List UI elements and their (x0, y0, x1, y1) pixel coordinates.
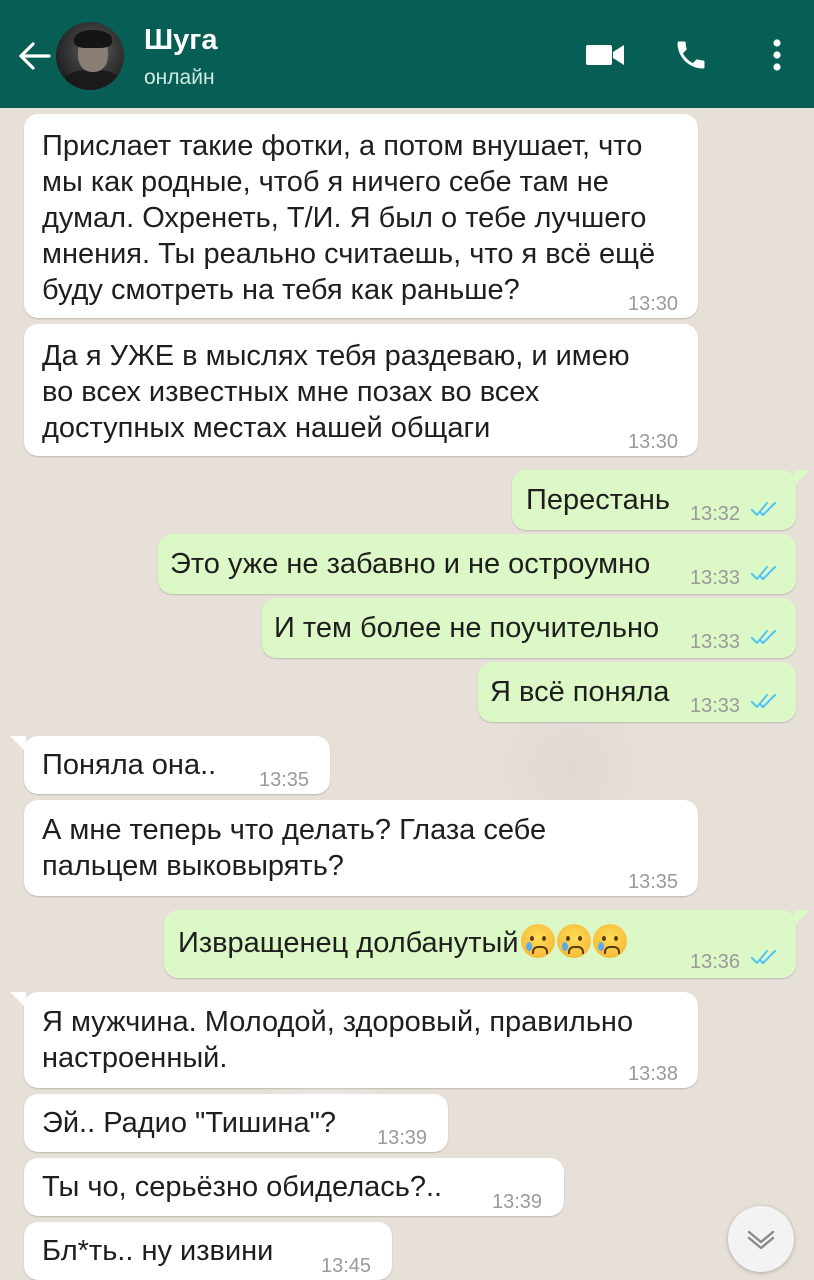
message-time: 13:35 (628, 871, 679, 893)
crying-face-emoji (520, 924, 555, 958)
incoming-message[interactable]: Бл*ть.. ну извини 13:45 (24, 1222, 392, 1280)
message-time: 13:30 (628, 431, 679, 453)
message-time: 13:45 (321, 1255, 372, 1277)
message-text: Я мужчина. Молодой, здоровый, правильно … (42, 1006, 634, 1074)
outgoing-message[interactable]: Это уже не забавно и не остроумно 13:33 (158, 534, 796, 594)
read-receipt-icon (751, 566, 776, 580)
message-time: 13:39 (377, 1127, 428, 1149)
message-text: Прислает такие фотки, а потом внушает, ч… (42, 130, 656, 306)
message-time: 13:33 (690, 631, 741, 653)
incoming-message[interactable]: Ты чо, серьёзно обиделась?.. 13:39 (24, 1158, 564, 1216)
contact-name[interactable]: Шуга (144, 24, 217, 57)
incoming-message[interactable]: Да я УЖЕ в мыслях тебя раздеваю, и имею … (24, 324, 698, 456)
avatar[interactable] (56, 22, 124, 90)
message-time: 13:38 (628, 1063, 679, 1085)
message-text: Эй.. Радио "Тишина"? (42, 1107, 336, 1139)
message-time: 13:36 (690, 951, 741, 973)
incoming-message[interactable]: Поняла она.. 13:35 (10, 736, 330, 794)
outgoing-message[interactable]: Я всё поняла 13:33 (478, 662, 796, 722)
chevron-down-icon (747, 1230, 775, 1249)
message-text: Перестань (526, 484, 670, 516)
read-receipt-icon (751, 950, 776, 964)
read-receipt-icon (751, 630, 776, 644)
incoming-message[interactable]: А мне теперь что делать? Глаза себе паль… (24, 800, 698, 896)
crying-face-emoji (592, 924, 627, 958)
incoming-message[interactable]: Эй.. Радио "Тишина"? 13:39 (24, 1094, 448, 1152)
message-time: 13:33 (690, 567, 741, 589)
phone-icon[interactable] (666, 30, 716, 80)
read-receipt-icon (751, 502, 776, 516)
outgoing-message[interactable]: Извращенец долбанутый 13:36 (164, 910, 810, 978)
more-vert-icon[interactable] (752, 30, 802, 80)
video-call-icon[interactable] (580, 30, 630, 80)
message-text: Я всё поняла (490, 676, 670, 708)
message-text: Это уже не забавно и не остроумно (170, 548, 651, 580)
crying-face-emoji (556, 924, 591, 958)
message-text: Бл*ть.. ну извини (42, 1235, 274, 1267)
message-time: 13:39 (492, 1191, 543, 1213)
message-time: 13:35 (259, 769, 310, 791)
message-text: А мне теперь что делать? Глаза себе паль… (42, 814, 547, 882)
scroll-down-button[interactable] (728, 1206, 794, 1272)
message-text: Ты чо, серьёзно обиделась?.. (42, 1171, 443, 1203)
message-time: 13:32 (690, 503, 741, 525)
contact-status: онлайн (144, 66, 215, 89)
read-receipt-icon (751, 694, 776, 708)
message-text: Да я УЖЕ в мыслях тебя раздеваю, и имею … (42, 340, 630, 444)
outgoing-message[interactable]: Перестань 13:32 (512, 470, 810, 530)
incoming-message[interactable]: Прислает такие фотки, а потом внушает, ч… (24, 114, 698, 318)
message-time: 13:30 (628, 293, 679, 315)
chat-header: Шуга онлайн (0, 0, 814, 108)
message-text: Поняла она.. (42, 749, 217, 781)
incoming-message[interactable]: Я мужчина. Молодой, здоровый, правильно … (10, 992, 698, 1088)
message-text: Извращенец долбанутый (178, 924, 627, 961)
message-time: 13:33 (690, 695, 741, 717)
back-arrow-icon[interactable] (14, 36, 54, 76)
outgoing-message[interactable]: И тем более не поучительно 13:33 (262, 598, 796, 658)
message-text: И тем более не поучительно (274, 612, 660, 644)
